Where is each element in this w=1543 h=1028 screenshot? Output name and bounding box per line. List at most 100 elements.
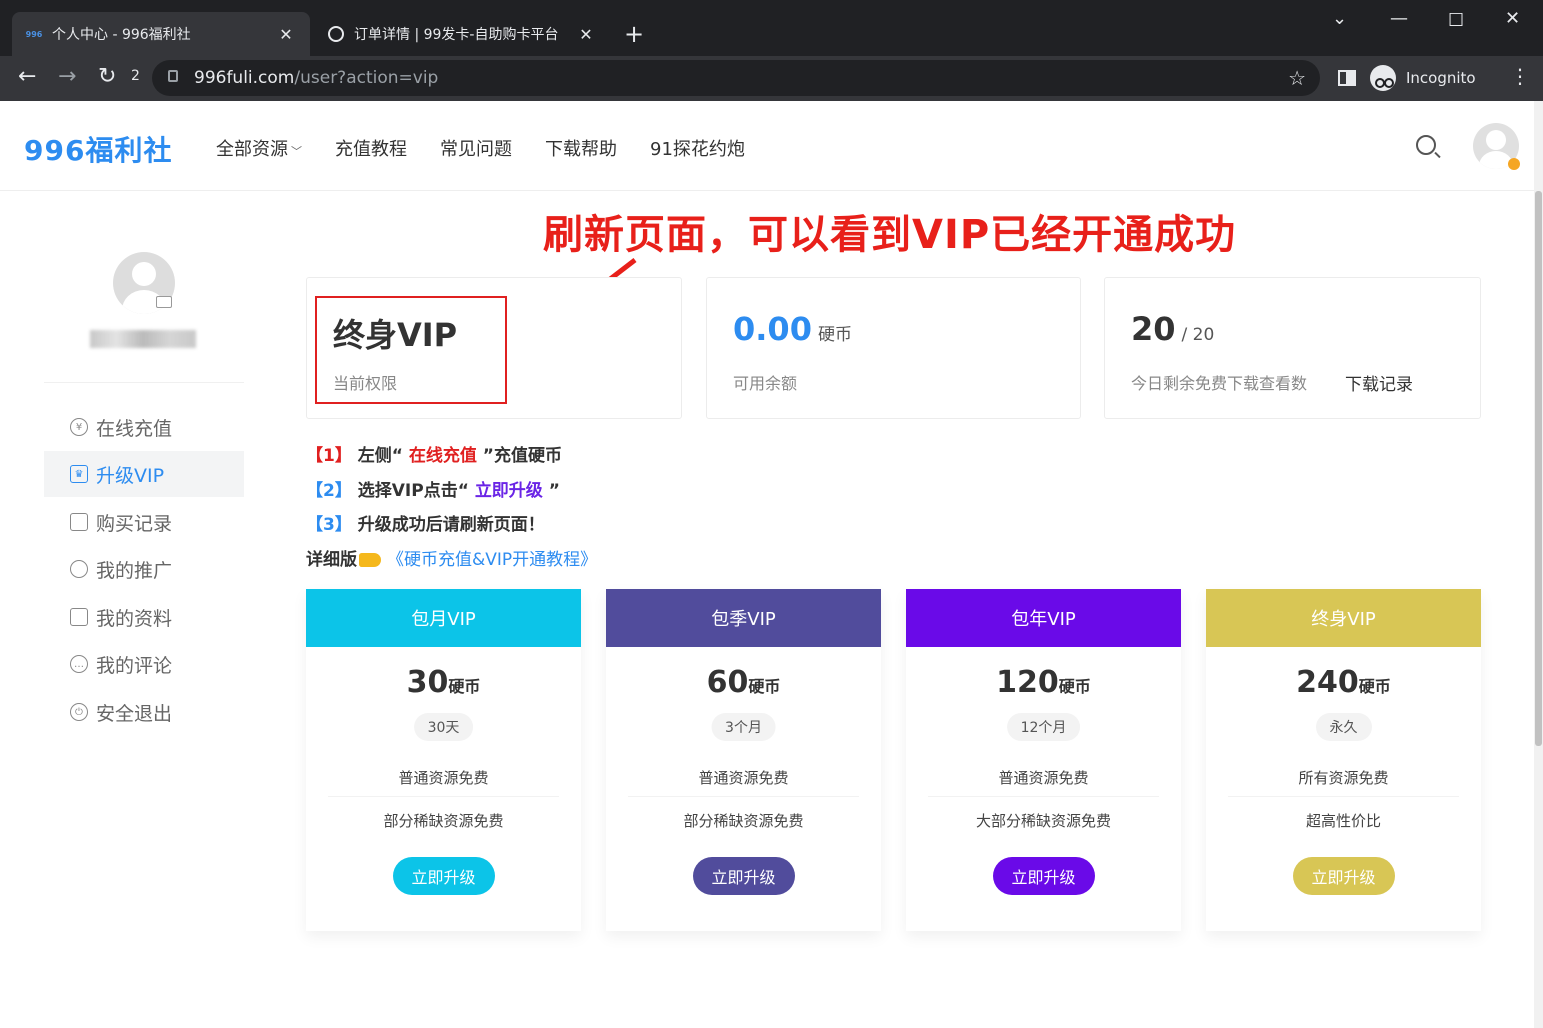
tab-order-details[interactable]: 订单详情 | 99发卡-自助购卡平台 ✕	[314, 12, 610, 56]
address-bar[interactable]: 996fuli.com/user?action=vip ☆	[152, 60, 1320, 96]
sidebar-item-recharge[interactable]: ¥ 在线充值	[44, 404, 244, 450]
divider	[928, 796, 1159, 797]
plan-header: 包季VIP	[606, 589, 881, 647]
new-tab-icon[interactable]: +	[624, 20, 644, 48]
divider	[328, 796, 559, 797]
plan-feature-2: 部分稀缺资源免费	[383, 812, 504, 830]
plan-feature-1: 所有资源免费	[1298, 769, 1389, 787]
close-tab-icon[interactable]: ✕	[276, 25, 296, 44]
plan-duration: 30天	[413, 713, 474, 741]
scrollbar-thumb[interactable]	[1535, 191, 1542, 746]
recharge-link[interactable]: 在线充值	[409, 446, 477, 466]
main-nav: 全部资源 充值教程 常见问题 下载帮助 91探花约炮	[216, 135, 778, 161]
crown-icon: ♛	[70, 465, 88, 483]
plan-price: 240硬币	[1296, 665, 1391, 700]
vip-badge-icon	[1508, 158, 1520, 170]
bookmark-star-icon[interactable]: ☆	[1288, 66, 1306, 90]
camera-icon[interactable]	[156, 296, 172, 308]
instruction-step-1: 【1】 左侧“ 在线充值 ”充值硬币	[306, 446, 562, 466]
window-close-icon[interactable]: ✕	[1505, 8, 1520, 29]
balance-unit: 硬币	[817, 325, 852, 345]
site-logo[interactable]: 996福利社	[24, 129, 172, 169]
side-panel-icon[interactable]	[1338, 70, 1356, 86]
plan-feature-1: 普通资源免费	[998, 769, 1089, 787]
incognito-icon	[1370, 65, 1396, 91]
instruction-detail: 详细版 《硬币充值&VIP开通教程》	[306, 550, 598, 570]
plan-feature-1: 普通资源免费	[698, 769, 789, 787]
sidebar-item-profile[interactable]: 我的资料	[44, 594, 244, 640]
site-header: 996福利社 全部资源 充值教程 常见问题 下载帮助 91探花约炮	[0, 101, 1543, 191]
plan-header: 包月VIP	[306, 589, 581, 647]
annotation-highlight-box	[315, 296, 507, 404]
sidebar-item-label: 安全退出	[96, 702, 173, 725]
yen-circle-icon: ¥	[70, 418, 88, 436]
tab-search-icon[interactable]: ⌄	[1332, 8, 1347, 29]
url-text[interactable]: 996fuli.com/user?action=vip	[194, 68, 438, 88]
tab-title: 订单详情 | 99发卡-自助购卡平台	[354, 27, 559, 43]
plan-price: 30硬币	[406, 665, 481, 700]
comment-icon: …	[70, 655, 88, 673]
search-icon[interactable]	[1416, 135, 1436, 155]
site-favicon: 996	[25, 29, 43, 39]
upgrade-link[interactable]: 立即升级	[475, 481, 543, 501]
downloads-card: 20/ 20 今日剩余免费下载查看数 下载记录	[1104, 277, 1481, 419]
sidebar-item-upgrade-vip[interactable]: ♛ 升级VIP	[44, 451, 244, 497]
browser-menu-icon[interactable]: ⋮	[1510, 64, 1530, 88]
incognito-badge[interactable]: Incognito	[1370, 62, 1476, 94]
sidebar-item-label: 我的推广	[96, 559, 173, 582]
plan-card-quarterly: 包季VIP 60硬币 3个月 普通资源免费 部分稀缺资源免费 立即升级	[606, 589, 881, 931]
back-icon[interactable]: ←	[18, 64, 36, 89]
nav-recharge-tutorial[interactable]: 充值教程	[335, 135, 407, 161]
upgrade-button[interactable]: 立即升级	[1292, 857, 1395, 895]
reload-icon[interactable]: ↻	[98, 64, 116, 89]
share-icon	[70, 560, 88, 578]
tab-strip: 996 个人中心 - 996福利社 ✕ 订单详情 | 99发卡-自助购卡平台 ✕…	[0, 0, 1543, 56]
plan-header: 终身VIP	[1206, 589, 1481, 647]
username-blurred	[90, 330, 196, 348]
lock-icon[interactable]	[168, 70, 178, 82]
upgrade-button[interactable]: 立即升级	[392, 857, 495, 895]
divider	[44, 382, 244, 383]
balance-label: 可用余额	[733, 374, 798, 393]
nav-faq[interactable]: 常见问题	[440, 135, 512, 161]
divider	[1228, 796, 1459, 797]
tutorial-link[interactable]: 《硬币充值&VIP开通教程》	[387, 550, 597, 570]
nav-item-5[interactable]: 91探花约炮	[650, 135, 745, 161]
sidebar-item-label: 我的资料	[96, 607, 173, 630]
nav-download-help[interactable]: 下载帮助	[545, 135, 617, 161]
sidebar-item-purchases[interactable]: 购买记录	[44, 499, 244, 545]
downloads-remaining: 20	[1131, 310, 1176, 348]
upgrade-button[interactable]: 立即升级	[992, 857, 1095, 895]
plan-duration: 3个月	[711, 713, 776, 741]
plan-price: 60硬币	[706, 665, 781, 700]
upgrade-button[interactable]: 立即升级	[692, 857, 795, 895]
plan-card-monthly: 包月VIP 30硬币 30天 普通资源免费 部分稀缺资源免费 立即升级	[306, 589, 581, 931]
plan-feature-1: 普通资源免费	[398, 769, 489, 787]
annotation-headline: 刷新页面，可以看到VIP已经开通成功	[543, 212, 1237, 258]
tab-title: 个人中心 - 996福利社	[52, 27, 191, 43]
sidebar-item-comments[interactable]: … 我的评论	[44, 641, 244, 687]
plan-feature-2: 超高性价比	[1305, 812, 1381, 830]
sidebar-item-promotion[interactable]: 我的推广	[44, 546, 244, 592]
power-icon: ⏻	[70, 703, 88, 721]
plan-duration: 12个月	[1006, 713, 1081, 741]
browser-toolbar: ← → ↻ 2 996fuli.com/user?action=vip ☆ In…	[0, 56, 1543, 101]
plan-header: 包年VIP	[906, 589, 1181, 647]
sidebar-item-logout[interactable]: ⏻ 安全退出	[44, 689, 244, 735]
close-tab-icon[interactable]: ✕	[576, 25, 596, 44]
plan-duration: 永久	[1315, 713, 1372, 741]
nav-all-resources[interactable]: 全部资源	[216, 135, 302, 161]
instruction-step-2: 【2】 选择VIP点击“ 立即升级 ”	[306, 481, 560, 501]
plan-card-yearly: 包年VIP 120硬币 12个月 普通资源免费 大部分稀缺资源免费 立即升级	[906, 589, 1181, 931]
incognito-label: Incognito	[1406, 69, 1476, 87]
page-scrollbar[interactable]	[1534, 101, 1543, 1028]
tab-user-center[interactable]: 996 个人中心 - 996福利社 ✕	[12, 12, 310, 56]
minimize-icon[interactable]: —	[1390, 8, 1408, 29]
globe-icon	[328, 26, 344, 42]
forward-icon[interactable]: →	[58, 64, 76, 89]
downloads-label: 今日剩余免费下载查看数	[1131, 374, 1308, 393]
maximize-icon[interactable]: ☐	[1448, 10, 1464, 31]
plan-feature-2: 大部分稀缺资源免费	[975, 812, 1111, 830]
download-history-link[interactable]: 下载记录	[1345, 370, 1413, 395]
instruction-step-3: 【3】 升级成功后请刷新页面！	[306, 515, 545, 535]
